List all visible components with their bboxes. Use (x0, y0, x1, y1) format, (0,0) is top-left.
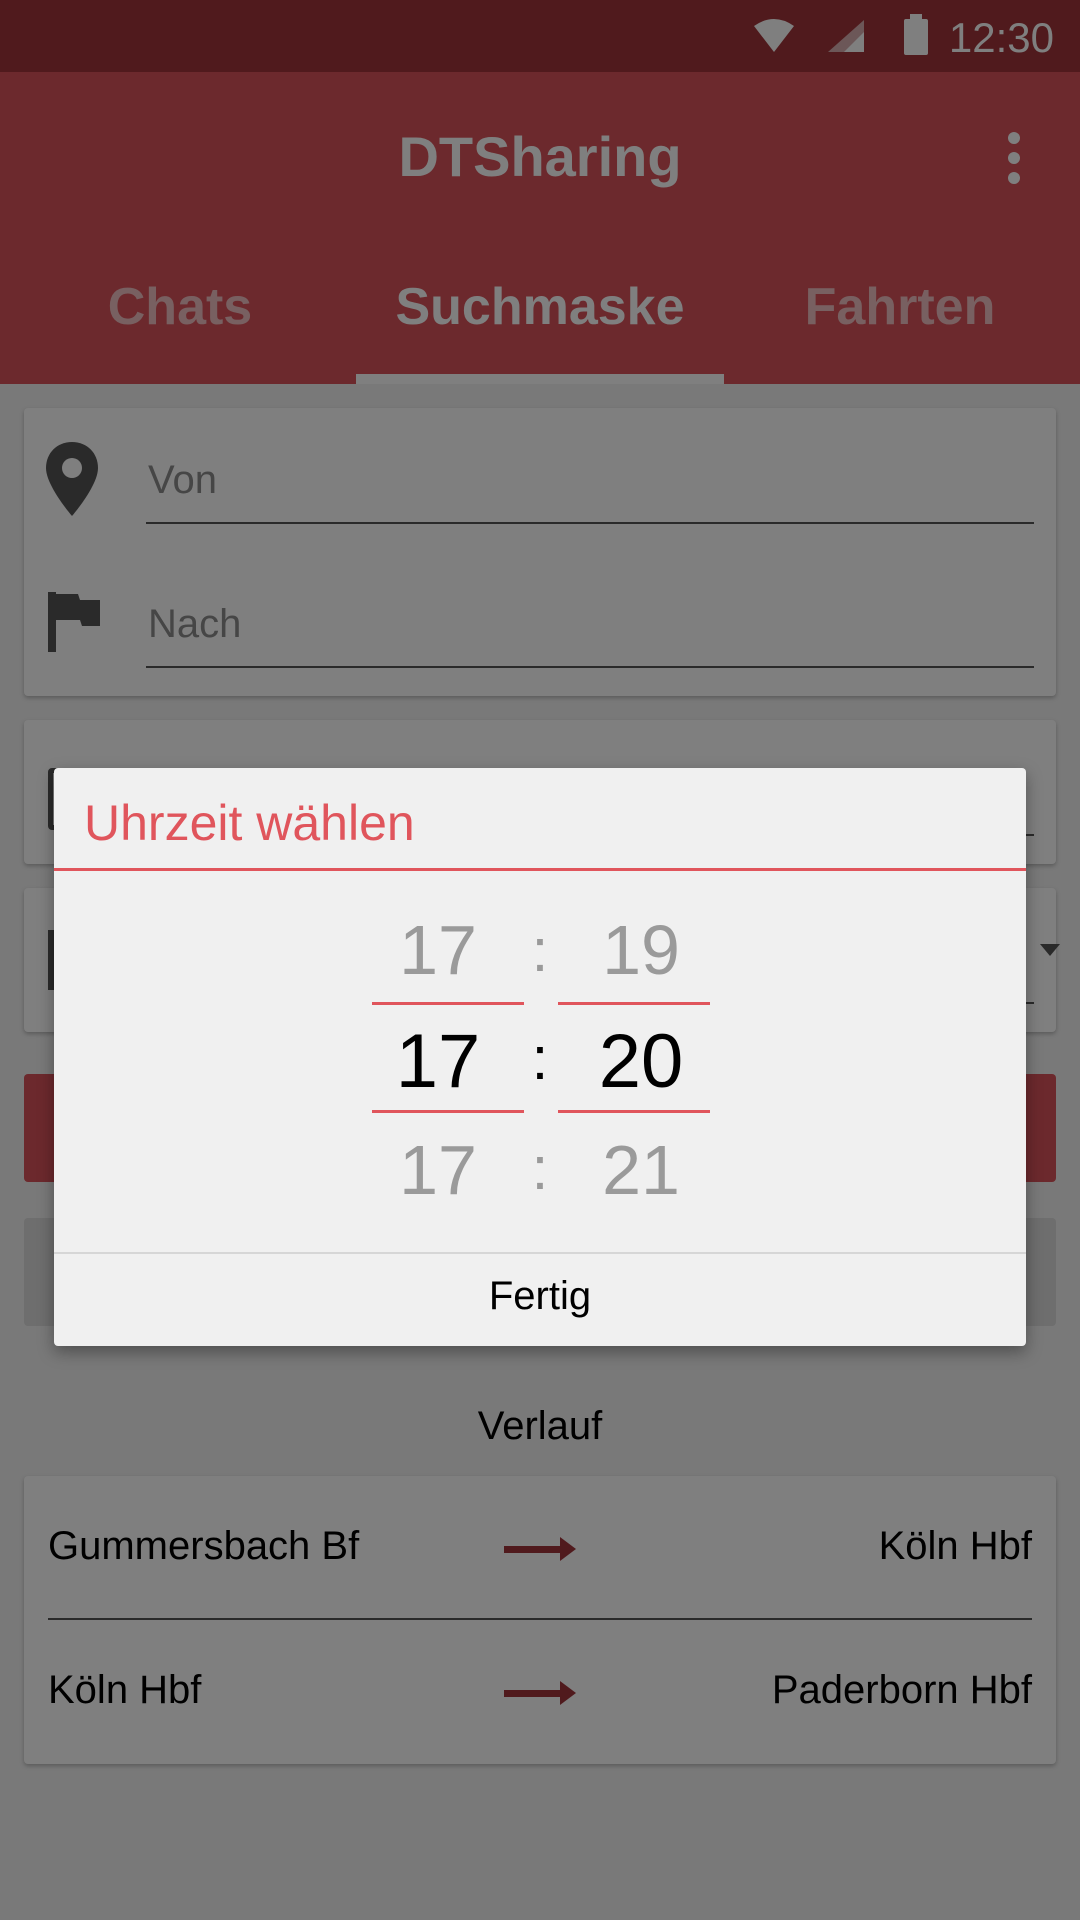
minute-select-line (558, 1110, 710, 1113)
hour-next[interactable]: 17 (363, 1130, 513, 1210)
dialog-footer-divider (54, 1252, 1026, 1254)
time-picker-dialog: Uhrzeit wählen 17 17 17 : : : 19 20 21 F… (54, 768, 1026, 1346)
time-separator: : (531, 917, 549, 984)
hour-prev[interactable]: 17 (363, 910, 513, 990)
time-separator: : (531, 1135, 549, 1202)
minute-prev[interactable]: 19 (566, 910, 716, 990)
minute-select-line (558, 1002, 710, 1005)
hour-select-line (372, 1110, 524, 1113)
hour-selected[interactable]: 17 (363, 1018, 513, 1105)
minute-selected[interactable]: 20 (566, 1018, 716, 1105)
minute-next[interactable]: 21 (566, 1130, 716, 1210)
done-button[interactable]: Fertig (54, 1274, 1026, 1319)
dialog-title: Uhrzeit wählen (84, 795, 415, 851)
time-separator: : (531, 1025, 549, 1092)
hour-select-line (372, 1002, 524, 1005)
dialog-title-divider (54, 868, 1026, 871)
